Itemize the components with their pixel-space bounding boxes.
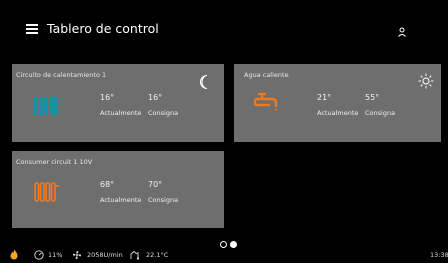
tile-title: Consumer circuit 1 10V <box>16 158 93 166</box>
moon-icon <box>198 74 212 94</box>
radiator-icon <box>34 96 58 120</box>
gauge-icon <box>34 250 44 263</box>
setpoint-label: Consigna <box>148 196 179 204</box>
status-bar: 11% 2058U/min 22.1°C 13:38 <box>0 247 448 263</box>
outdoor-temperature-value: 22.1°C <box>146 251 169 259</box>
clock-time: 13:38 <box>430 251 448 259</box>
flame-icon <box>10 249 18 263</box>
consumer-circuit-tile[interactable]: Consumer circuit 1 10V 68° 70° Actualmen… <box>12 151 224 228</box>
heating-circuit-tile[interactable]: Circuito de calentamiento 1 16° 16° Actu… <box>12 64 224 142</box>
radiator-icon <box>34 181 60 207</box>
setpoint-label: Consigna <box>148 109 179 117</box>
faucet-icon <box>253 92 278 118</box>
setpoint-label: Consigna <box>365 109 396 117</box>
tile-title: Agua caliente <box>244 71 289 79</box>
current-temperature: 68° <box>100 180 115 189</box>
header-bar: Tablero de control <box>0 0 448 58</box>
current-label: Actualmente <box>100 109 142 117</box>
current-label: Actualmente <box>100 196 142 204</box>
fan-icon <box>72 250 82 263</box>
dashboard-screen: Tablero de control Circuito de calentami… <box>0 0 448 263</box>
user-icon[interactable] <box>396 23 408 37</box>
page-title: Tablero de control <box>47 21 159 36</box>
sun-icon <box>418 73 434 93</box>
setpoint-temperature: 55° <box>365 93 380 102</box>
current-temperature: 21° <box>317 93 332 102</box>
setpoint-temperature: 70° <box>148 180 163 189</box>
hot-water-tile[interactable]: Agua caliente 21° 55° Actualmente Consig… <box>234 64 441 142</box>
current-label: Actualmente <box>317 109 359 117</box>
outdoor-temperature-icon <box>130 250 140 263</box>
hamburger-menu-icon[interactable] <box>26 24 38 34</box>
tile-title: Circuito de calentamiento 1 <box>16 71 107 79</box>
fan-speed-value: 2058U/min <box>87 251 123 259</box>
current-temperature: 16° <box>100 93 115 102</box>
setpoint-temperature: 16° <box>148 93 163 102</box>
modulation-value: 11% <box>48 251 63 259</box>
